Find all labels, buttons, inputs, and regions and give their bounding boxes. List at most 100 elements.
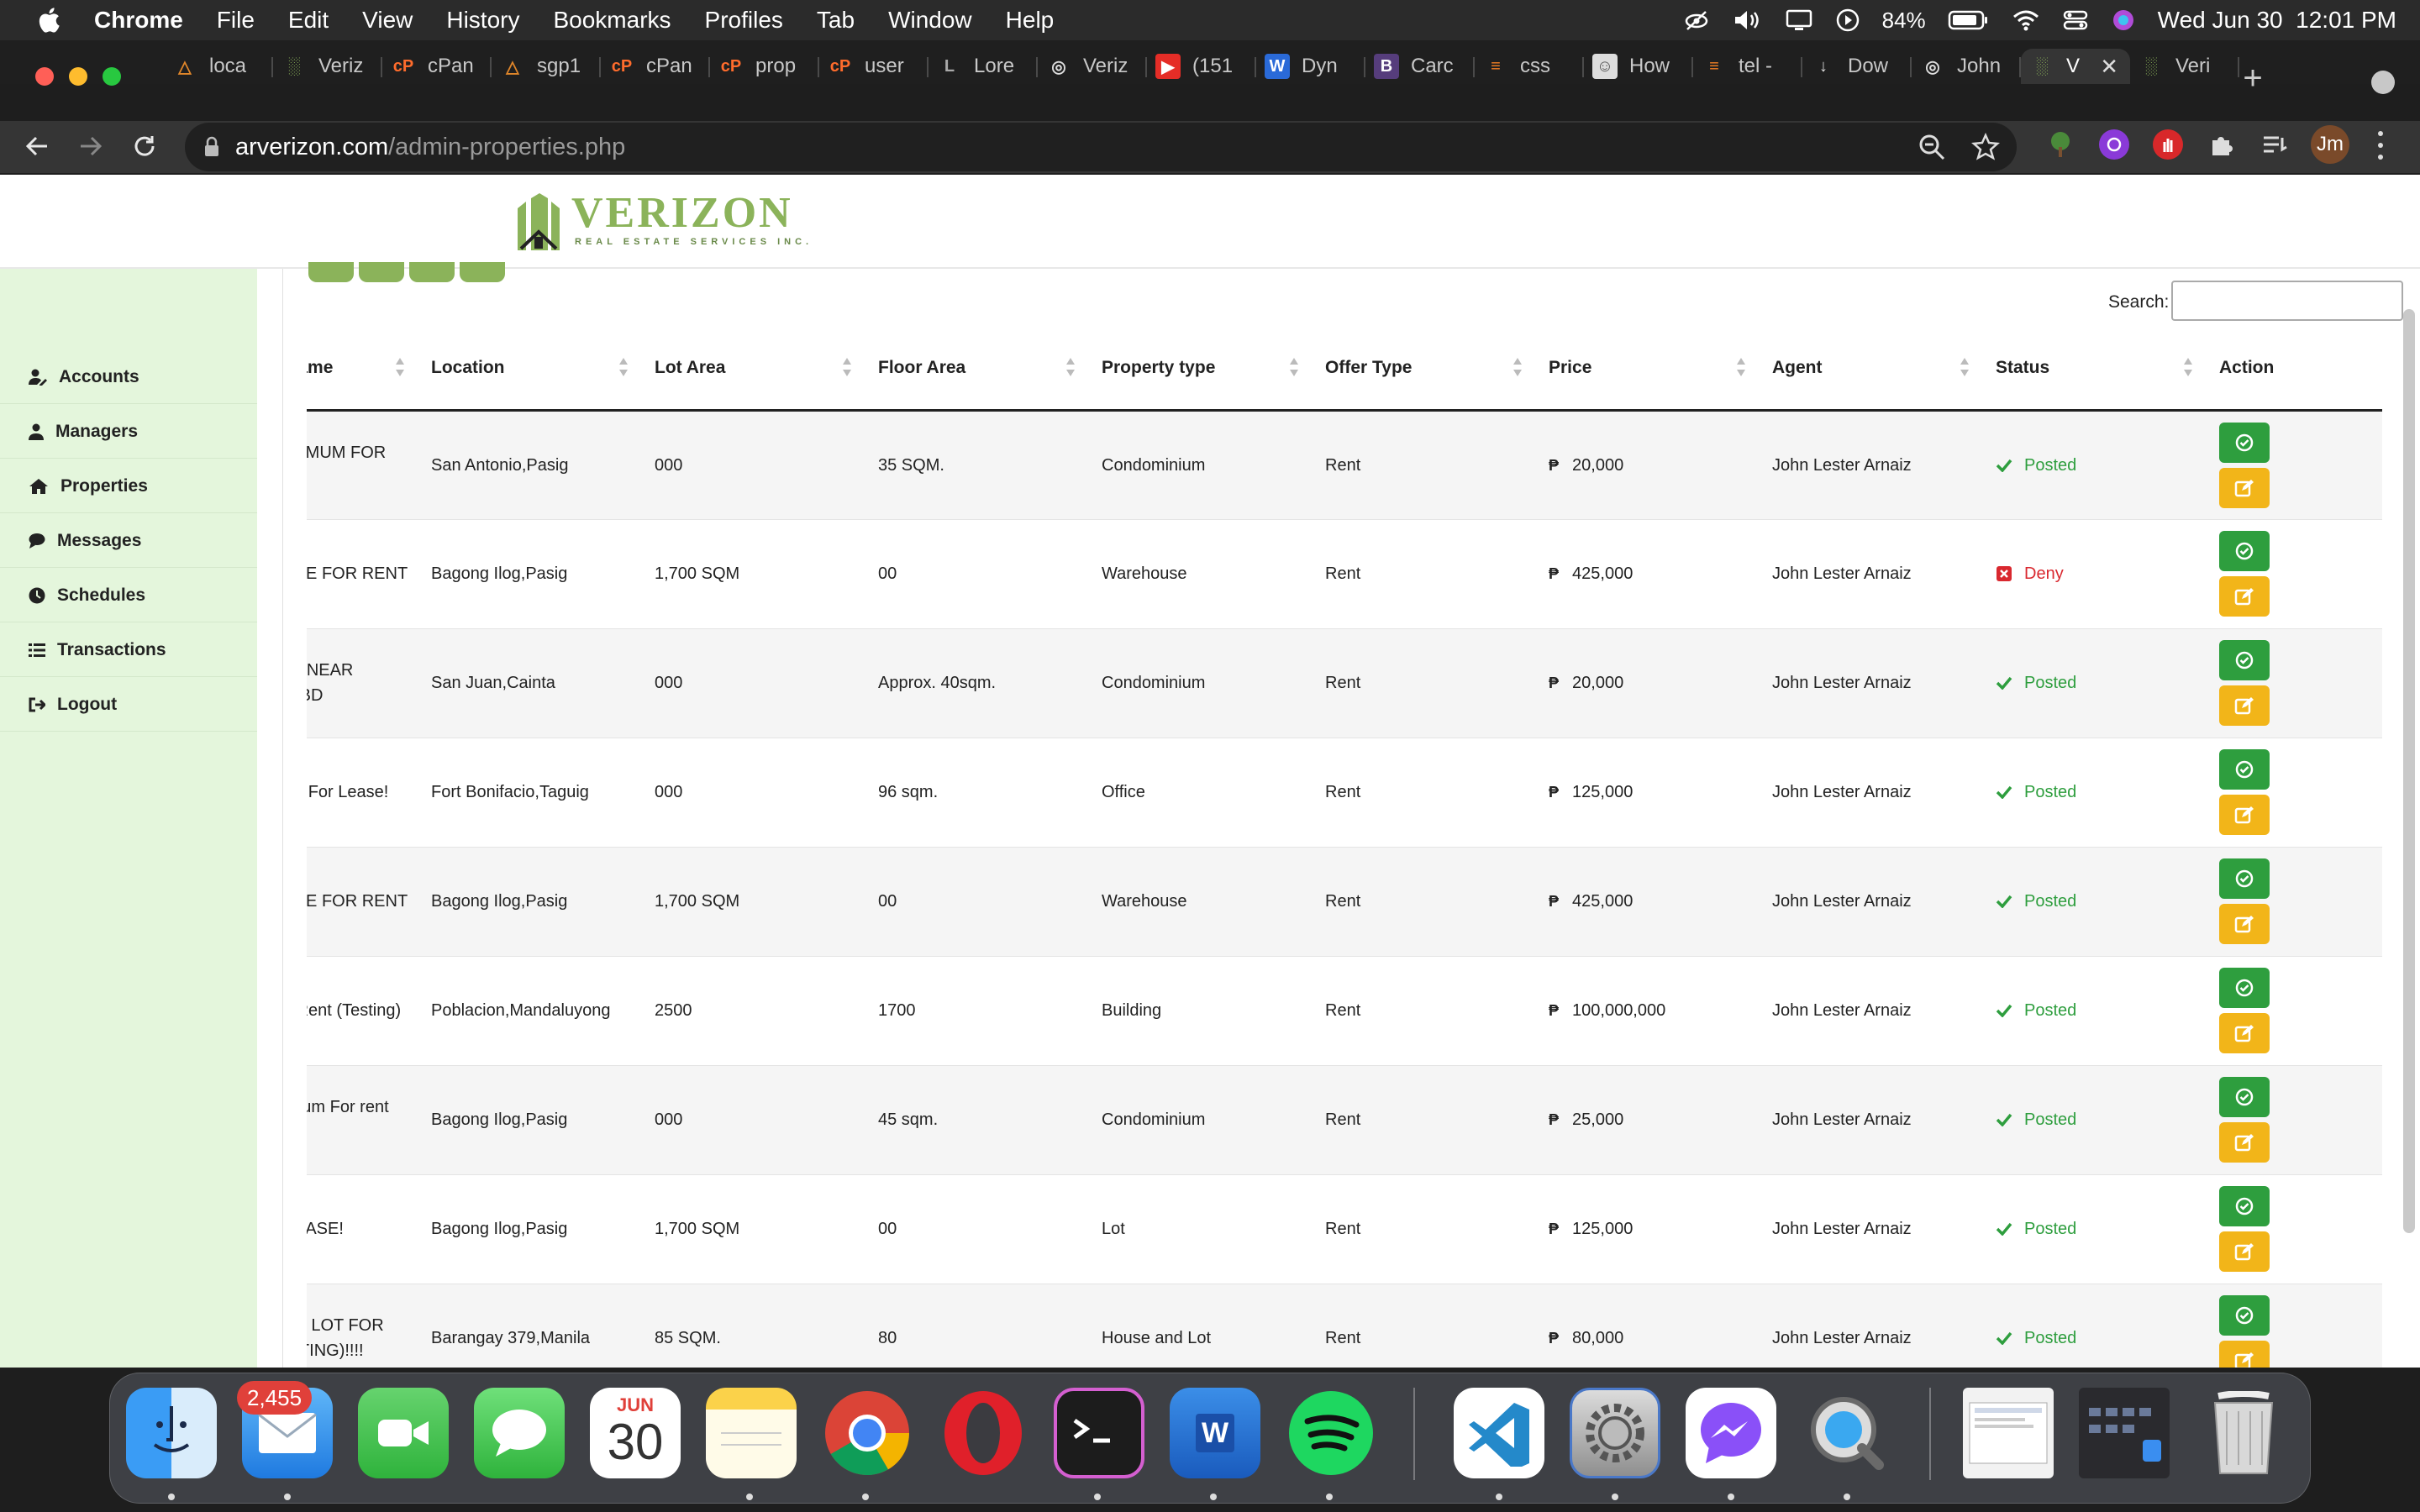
menu-help[interactable]: Help (1006, 7, 1055, 34)
browser-tab[interactable]: ☺ How (1584, 49, 1693, 84)
extension-tree-icon[interactable] (2045, 129, 2075, 160)
sidebar-item-properties[interactable]: Properties (0, 459, 257, 513)
edit-button[interactable] (2219, 1231, 2270, 1272)
quicktime-icon[interactable] (1802, 1388, 1892, 1478)
extension-purple-icon[interactable] (2099, 129, 2129, 160)
eye-slash-icon[interactable] (1682, 8, 1711, 32)
menu-file[interactable]: File (217, 7, 255, 34)
edit-button[interactable] (2219, 576, 2270, 617)
close-tab-icon[interactable]: ✕ (2100, 54, 2118, 80)
menu-clock[interactable]: Wed Jun 30 12:01 PM (2158, 7, 2396, 34)
browser-tab[interactable]: ◎ John (1912, 49, 2021, 84)
export-button-4[interactable] (460, 262, 505, 282)
browser-tab[interactable]: ≡ tel - (1693, 49, 1802, 84)
browser-tab[interactable]: △ sgp1 (492, 49, 601, 84)
sidebar-item-accounts[interactable]: Accounts (0, 350, 257, 404)
approve-button[interactable] (2219, 531, 2270, 571)
column-header-property-name[interactable]: Property Name (307, 328, 416, 412)
profile-avatar[interactable]: Jm (2311, 125, 2349, 164)
trash-icon[interactable] (2198, 1388, 2289, 1478)
browser-tab[interactable]: B Carc (1365, 49, 1475, 84)
spotify-icon[interactable] (1286, 1388, 1376, 1478)
export-button-3[interactable] (409, 262, 455, 282)
edit-button[interactable] (2219, 1341, 2270, 1368)
finder-icon[interactable] (126, 1388, 217, 1478)
zoom-icon[interactable] (1918, 133, 1946, 161)
menu-edit[interactable]: Edit (288, 7, 329, 34)
menu-tab[interactable]: Tab (817, 7, 855, 34)
edit-button[interactable] (2219, 467, 2270, 508)
browser-tab[interactable]: cP prop (710, 49, 819, 84)
export-button-1[interactable] (308, 262, 354, 282)
browser-tab[interactable]: W Dyn (1256, 49, 1365, 84)
column-header-floor-area[interactable]: Floor Area (863, 328, 1086, 412)
screenshots-stack-icon[interactable] (2079, 1388, 2170, 1478)
column-header-agent[interactable]: Agent (1757, 328, 1981, 412)
tab-search-button[interactable] (2371, 71, 2395, 94)
siri-icon[interactable] (2111, 8, 2136, 33)
menu-profiles[interactable]: Profiles (705, 7, 783, 34)
edit-button[interactable] (2219, 904, 2270, 944)
browser-tab[interactable]: ░ Veri (2130, 49, 2239, 84)
approve-button[interactable] (2219, 640, 2270, 680)
control-center-icon[interactable] (2062, 8, 2089, 32)
display-icon[interactable] (1785, 8, 1813, 32)
browser-tab[interactable]: ▶ (151 (1147, 49, 1256, 84)
extension-stop-icon[interactable] (2153, 129, 2183, 160)
close-window-button[interactable] (35, 67, 54, 86)
export-button-2[interactable] (359, 262, 404, 282)
menu-window[interactable]: Window (888, 7, 972, 34)
approve-button[interactable] (2219, 422, 2270, 463)
approve-button[interactable] (2219, 749, 2270, 790)
approve-button[interactable] (2219, 1186, 2270, 1226)
apple-icon[interactable] (37, 7, 60, 34)
column-header-price[interactable]: Price (1534, 328, 1757, 412)
browser-tab[interactable]: △ loca (164, 49, 273, 84)
reading-list-icon[interactable] (2260, 129, 2291, 160)
sidebar-item-logout[interactable]: Logout (0, 678, 257, 732)
chrome-icon[interactable] (822, 1388, 913, 1478)
chrome-menu-button[interactable] (2376, 131, 2385, 160)
vscode-icon[interactable] (1454, 1388, 1544, 1478)
column-header-action[interactable]: Action (2204, 328, 2382, 412)
column-header-offer-type[interactable]: Offer Type (1310, 328, 1534, 412)
edit-button[interactable] (2219, 1122, 2270, 1163)
menu-app-chrome[interactable]: Chrome (94, 7, 183, 34)
word-icon[interactable]: W (1170, 1388, 1260, 1478)
edit-button[interactable] (2219, 1013, 2270, 1053)
bookmark-star-icon[interactable] (1971, 133, 2000, 161)
approve-button[interactable] (2219, 1077, 2270, 1117)
approve-button[interactable] (2219, 968, 2270, 1008)
messenger-icon[interactable] (1686, 1388, 1776, 1478)
play-circle-icon[interactable] (1835, 8, 1860, 33)
browser-tab[interactable]: L Lore (929, 49, 1038, 84)
sidebar-item-transactions[interactable]: Transactions (0, 623, 257, 677)
facetime-icon[interactable] (358, 1388, 449, 1478)
downloads-stack-icon[interactable] (1963, 1388, 2054, 1478)
messages-icon[interactable] (474, 1388, 565, 1478)
site-logo[interactable]: VERIZON REAL ESTATE SERVICES INC. (514, 192, 813, 252)
edit-button[interactable] (2219, 795, 2270, 835)
edit-button[interactable] (2219, 685, 2270, 726)
new-tab-button[interactable]: + (2238, 61, 2267, 95)
battery-icon[interactable] (1948, 9, 1990, 31)
volume-icon[interactable] (1733, 8, 1763, 32)
approve-button[interactable] (2219, 858, 2270, 899)
address-bar[interactable]: arverizon.com/admin-properties.php (185, 123, 2017, 171)
minimize-window-button[interactable] (69, 67, 87, 86)
column-header-location[interactable]: Location (416, 328, 639, 412)
approve-button[interactable] (2219, 1295, 2270, 1336)
sidebar-item-messages[interactable]: Messages (0, 514, 257, 568)
sidebar-item-managers[interactable]: Managers (0, 405, 257, 459)
back-button[interactable] (18, 128, 55, 165)
browser-tab[interactable]: ◎ Veriz (1038, 49, 1147, 84)
browser-tab[interactable]: cP user (819, 49, 929, 84)
column-header-lot-area[interactable]: Lot Area (639, 328, 863, 412)
menu-bookmarks[interactable]: Bookmarks (553, 7, 671, 34)
forward-button[interactable] (72, 128, 109, 165)
menu-view[interactable]: View (362, 7, 413, 34)
sidebar-item-schedules[interactable]: Schedules (0, 569, 257, 622)
wifi-icon[interactable] (2012, 8, 2040, 32)
browser-tab[interactable]: ≡ css (1475, 49, 1584, 84)
calendar-icon[interactable]: JUN 30 (590, 1388, 681, 1478)
